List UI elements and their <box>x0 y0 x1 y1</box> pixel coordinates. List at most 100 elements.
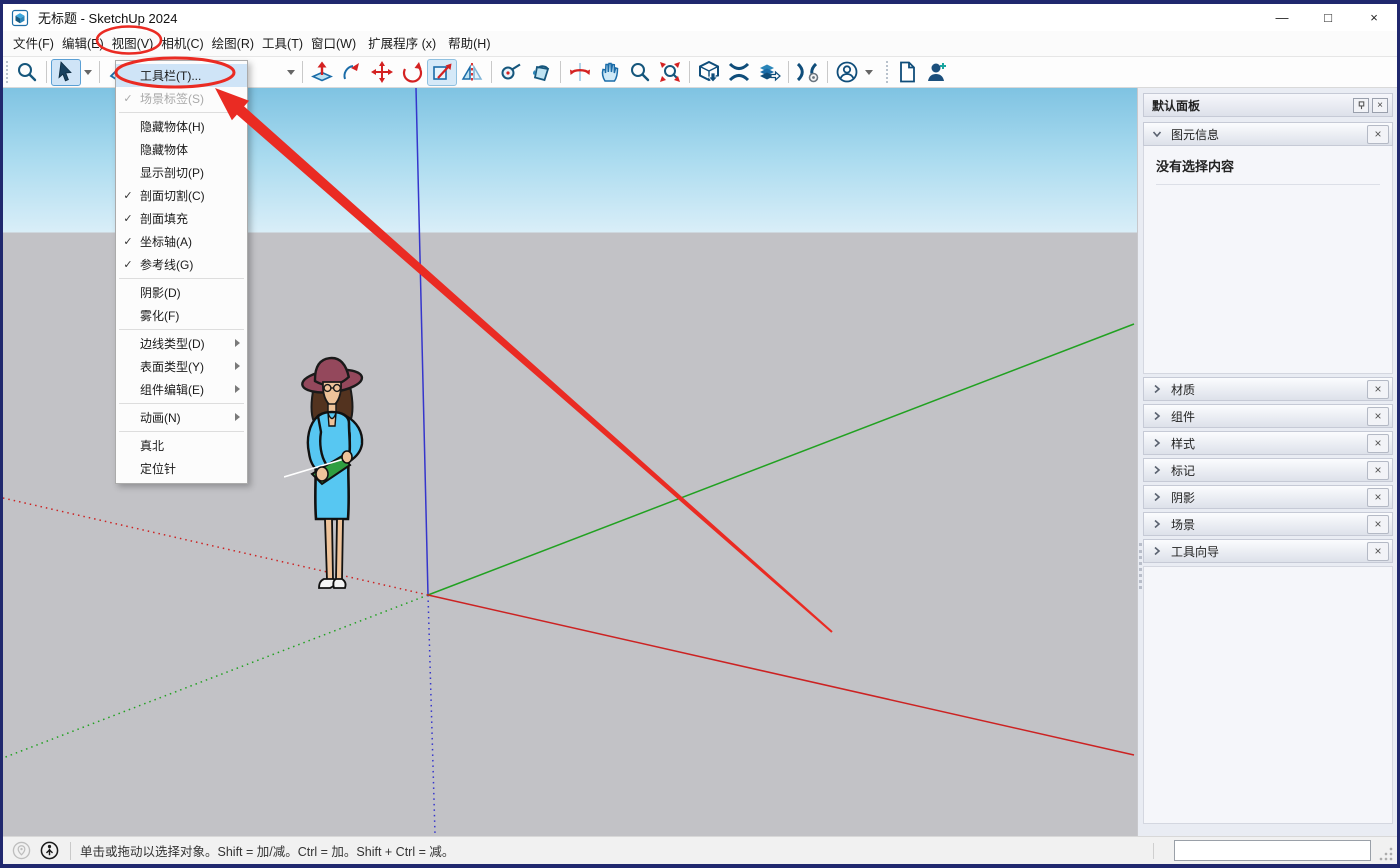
pan-icon[interactable] <box>595 59 625 86</box>
share-model-icon[interactable] <box>754 59 784 86</box>
section-materials[interactable]: 材质 × <box>1143 377 1393 401</box>
menu-tools[interactable]: 工具(T) <box>258 33 307 55</box>
maximize-button[interactable]: □ <box>1305 4 1351 31</box>
view-menu-true-north[interactable]: 真北 <box>116 434 247 457</box>
3d-warehouse-icon[interactable] <box>694 59 724 86</box>
add-person-icon[interactable] <box>922 59 952 86</box>
paint-bucket-icon[interactable] <box>526 59 556 86</box>
chevron-collapsed-icon <box>1154 492 1161 502</box>
push-pull-icon[interactable] <box>307 59 337 86</box>
chevron-collapsed-icon <box>1154 411 1161 421</box>
entity-info-close-button[interactable]: × <box>1367 124 1389 144</box>
scale-icon[interactable] <box>427 58 457 86</box>
default-tray-panel: 默认面板 × 图元信息 × 没有选择内容 材质 × 组件 × 样式 × 标记 ×… <box>1137 88 1397 836</box>
chevron-down-icon <box>865 69 873 75</box>
section-label: 组件 <box>1171 409 1196 424</box>
section-components[interactable]: 组件 × <box>1143 404 1393 428</box>
section-shadows[interactable]: 阴影 × <box>1143 485 1393 509</box>
follow-me-icon[interactable] <box>337 59 367 86</box>
section-label: 阴影 <box>1171 490 1196 505</box>
section-close-button[interactable]: × <box>1367 514 1389 534</box>
section-tags[interactable]: 标记 × <box>1143 458 1393 482</box>
section-close-button[interactable]: × <box>1367 541 1389 561</box>
statusbar-separator <box>70 841 71 860</box>
view-dropdown-menu: 工具栏(T)... ✓ 场景标签(S) 隐藏物体(H) 隐藏物体 显示剖切(P) … <box>115 60 248 484</box>
menu-help[interactable]: 帮助(H) <box>444 33 494 55</box>
instructor-info-icon[interactable] <box>40 841 59 860</box>
view-menu-section-cuts[interactable]: ✓ 剖面切割(C) <box>116 184 247 207</box>
section-label: 标记 <box>1171 463 1196 478</box>
section-close-button[interactable]: × <box>1367 433 1389 453</box>
section-entity-info[interactable]: 图元信息 × <box>1143 122 1393 146</box>
sketchup-window: { "window": { "title": "无标题 - SketchUp 2… <box>0 0 1400 868</box>
chevron-collapsed-icon <box>1154 384 1161 394</box>
flip-icon[interactable] <box>457 59 487 86</box>
measurement-input[interactable] <box>1174 840 1371 861</box>
section-scenes[interactable]: 场景 × <box>1143 512 1393 536</box>
new-document-icon[interactable] <box>892 59 922 86</box>
menu-draw[interactable]: 绘图(R) <box>208 33 258 55</box>
toolbar-separator <box>827 61 828 83</box>
section-close-button[interactable]: × <box>1367 487 1389 507</box>
account-icon[interactable] <box>832 59 862 86</box>
title-bar: 无标题 - SketchUp 2024 — □ × <box>3 4 1397 31</box>
close-button[interactable]: × <box>1351 4 1397 31</box>
tray-pin-button[interactable] <box>1353 97 1369 113</box>
minimize-button[interactable]: — <box>1259 4 1305 31</box>
view-menu-guides[interactable]: ✓ 参考线(G) <box>116 253 247 276</box>
section-label: 样式 <box>1171 436 1196 451</box>
entity-info-content: 没有选择内容 <box>1143 146 1393 374</box>
window-resize-grip[interactable] <box>1379 847 1393 861</box>
scale-figure-person[interactable] <box>284 352 380 610</box>
window-title: 无标题 - SketchUp 2024 <box>38 11 178 26</box>
extension-manager-icon[interactable] <box>793 59 823 86</box>
view-menu-scene-tabs: ✓ 场景标签(S) <box>123 92 204 106</box>
extension-warehouse-icon[interactable] <box>724 59 754 86</box>
section-close-button[interactable]: × <box>1367 379 1389 399</box>
menu-camera[interactable]: 相机(C) <box>157 33 207 55</box>
menu-file[interactable]: 文件(F) <box>9 33 58 55</box>
tray-resize-grip[interactable] <box>1139 543 1142 589</box>
account-dropdown-button[interactable] <box>862 59 876 86</box>
view-menu-fog[interactable]: 雾化(F) <box>116 304 247 327</box>
zoom-icon[interactable] <box>12 59 42 86</box>
move-icon[interactable] <box>367 59 397 86</box>
shapes-dropdown-button[interactable] <box>284 59 298 86</box>
toolbar-separator <box>788 61 789 83</box>
view-menu-animation[interactable]: 动画(N) <box>116 406 247 429</box>
view-menu-hidden-geometry[interactable]: 隐藏物体(H) <box>116 115 247 138</box>
view-menu-toolbars[interactable]: 工具栏(T)... <box>116 64 247 87</box>
orbit-icon[interactable] <box>565 59 595 86</box>
zoom-extents-icon[interactable] <box>655 59 685 86</box>
view-menu-section-planes[interactable]: 显示剖切(P) <box>116 161 247 184</box>
toolbar-separator <box>99 61 100 83</box>
zoom-tool-icon[interactable] <box>625 59 655 86</box>
chevron-down-icon <box>84 69 92 75</box>
chevron-expanded-icon <box>1152 131 1162 138</box>
rotate-icon[interactable] <box>397 59 427 86</box>
tray-title-bar[interactable]: 默认面板 × <box>1143 93 1393 117</box>
menu-extensions[interactable]: 扩展程序 (x) <box>360 33 444 55</box>
tape-measure-icon[interactable] <box>496 59 526 86</box>
select-dropdown-button[interactable] <box>81 59 95 86</box>
view-menu-face-style[interactable]: 表面类型(Y) <box>116 355 247 378</box>
menu-edit[interactable]: 编辑(E) <box>58 33 108 55</box>
view-menu-section-fill[interactable]: ✓ 剖面填充 <box>116 207 247 230</box>
view-menu-hidden-objects[interactable]: 隐藏物体 <box>116 138 247 161</box>
view-menu-component-edit[interactable]: 组件编辑(E) <box>116 378 247 401</box>
view-menu-edge-style[interactable]: 边线类型(D) <box>116 332 247 355</box>
chevron-collapsed-icon <box>1154 438 1161 448</box>
view-menu-shadows[interactable]: 阴影(D) <box>116 281 247 304</box>
view-menu-locator-pin[interactable]: 定位针 <box>116 457 247 480</box>
tray-close-button[interactable]: × <box>1372 97 1388 113</box>
select-tool-button[interactable] <box>51 58 81 86</box>
section-label: 材质 <box>1171 382 1196 397</box>
view-menu-axes[interactable]: ✓ 坐标轴(A) <box>116 230 247 253</box>
section-styles[interactable]: 样式 × <box>1143 431 1393 455</box>
section-close-button[interactable]: × <box>1367 460 1389 480</box>
section-instructor[interactable]: 工具向导 × <box>1143 539 1393 563</box>
section-close-button[interactable]: × <box>1367 406 1389 426</box>
menu-view[interactable]: 视图(V) <box>108 33 158 55</box>
menu-window[interactable]: 窗口(W) <box>307 33 360 55</box>
geolocation-icon[interactable] <box>12 841 31 860</box>
